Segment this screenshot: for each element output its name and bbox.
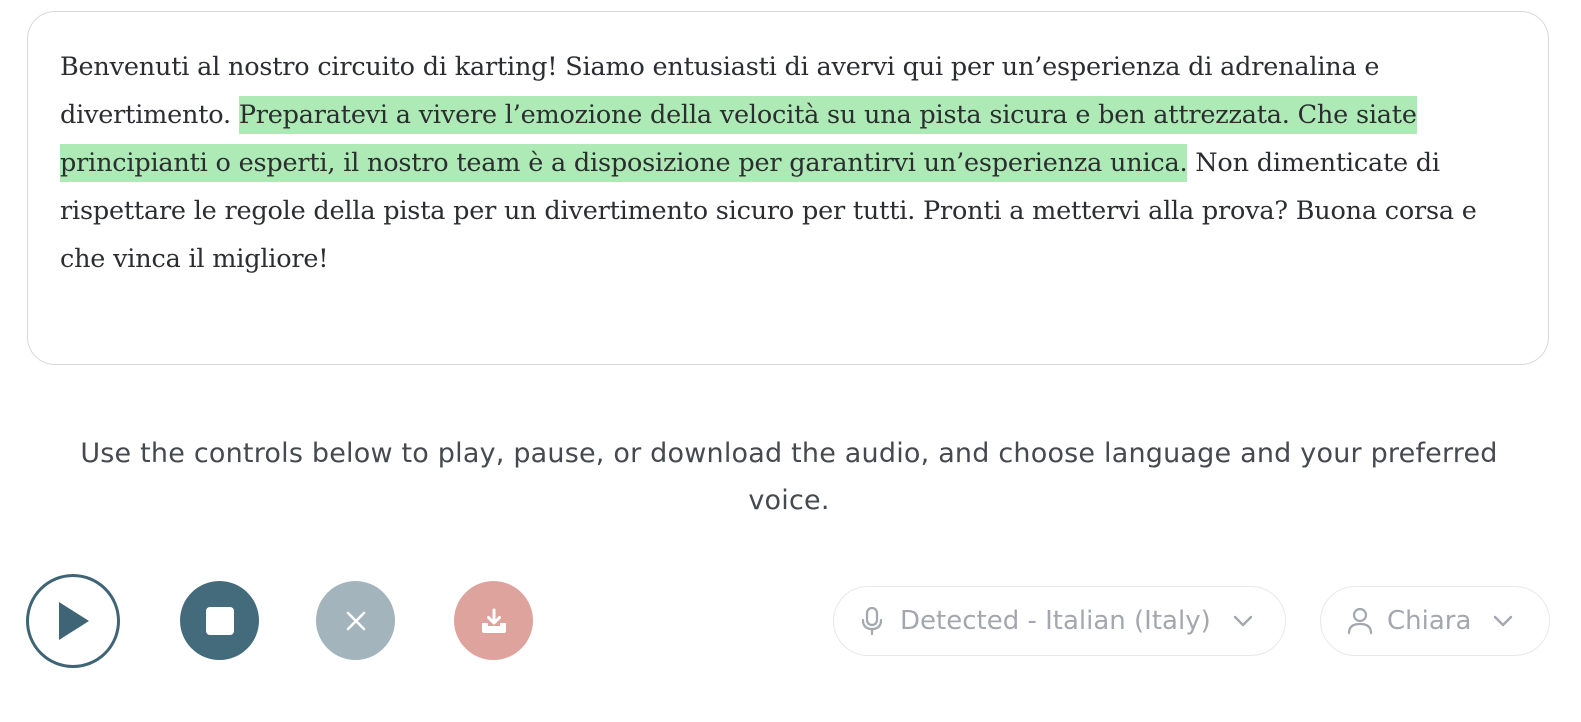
language-select-value: Detected - Italian (Italy) (900, 606, 1211, 636)
language-select[interactable]: Detected - Italian (Italy) (833, 586, 1286, 656)
clear-button[interactable] (316, 581, 395, 660)
voice-select[interactable]: Chiara (1320, 586, 1550, 656)
download-icon (481, 608, 506, 633)
stop-button[interactable] (180, 581, 259, 660)
stop-icon (205, 606, 234, 635)
instructions-text: Use the controls below to play, pause, o… (80, 438, 1498, 516)
user-icon (1347, 607, 1373, 635)
chevron-down-icon (1493, 615, 1513, 627)
voice-select-value: Chiara (1387, 606, 1472, 636)
chevron-down-icon (1233, 615, 1253, 627)
download-button[interactable] (454, 581, 533, 660)
close-icon (346, 611, 365, 630)
tts-player: Benvenuti al nostro circuito di karting!… (0, 0, 1581, 722)
play-icon (59, 602, 89, 640)
microphone-icon (860, 606, 884, 636)
play-button[interactable] (26, 574, 120, 668)
passage-text: Benvenuti al nostro circuito di karting!… (60, 43, 1518, 283)
